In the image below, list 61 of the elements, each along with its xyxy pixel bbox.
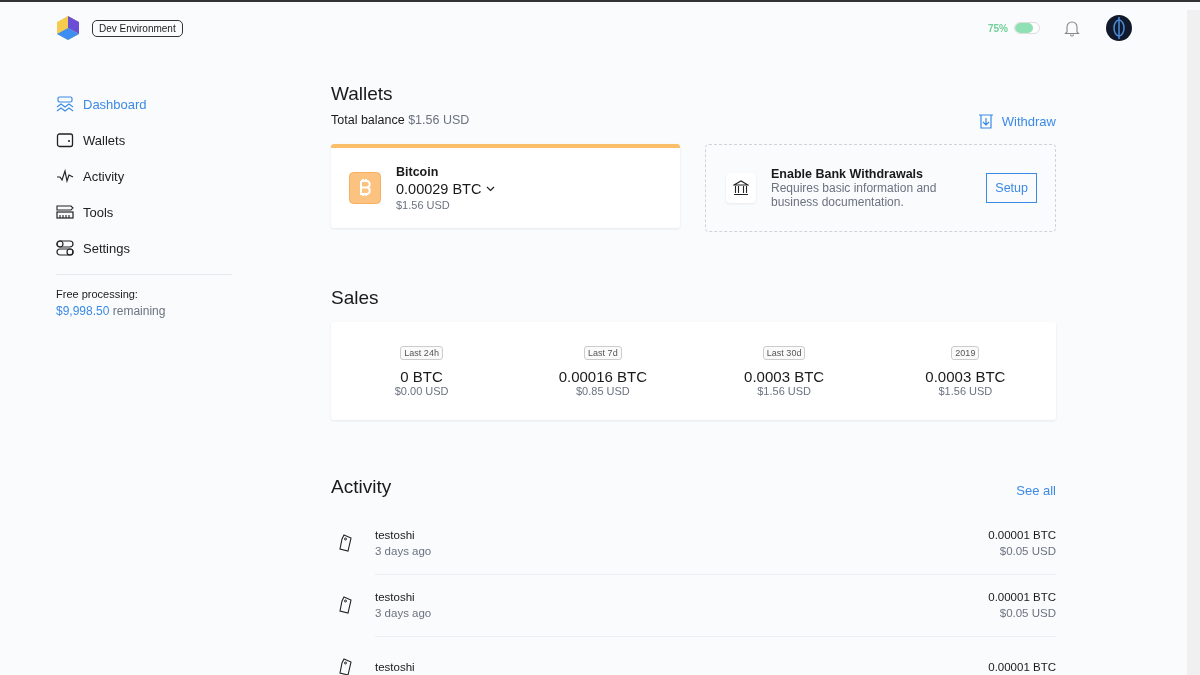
activity-time: 3 days ago <box>375 544 433 559</box>
tag-icon <box>339 595 353 615</box>
withdraw-icon <box>977 114 994 129</box>
chevron-down-icon <box>486 186 496 192</box>
activity-time: 3 days ago <box>375 606 433 621</box>
section-title: Activity <box>331 476 392 498</box>
period-tag: Last 30d <box>762 345 806 360</box>
sales-btc: 0 BTC <box>400 367 443 385</box>
free-processing-amount: $9,998.50 <box>56 304 110 318</box>
sales-usd: $1.56 USD <box>757 384 812 397</box>
period-tag: Last 24h <box>400 345 443 360</box>
sidebar-item[interactable]: Dashboard <box>56 86 232 122</box>
activity-usd: $0.05 USD <box>998 606 1056 621</box>
bank-icon <box>726 173 756 203</box>
environment-badge: Dev Environment <box>92 19 183 37</box>
activity-btc: 0.00001 BTC <box>988 589 1056 605</box>
activity-btc: 0.00001 BTC <box>988 527 1056 543</box>
sales-usd: $0.85 USD <box>575 384 630 397</box>
dashboard-icon <box>56 96 74 112</box>
logo-icon <box>56 15 80 41</box>
wallet-icon <box>56 132 74 148</box>
period-tag: Last 7d <box>584 345 622 360</box>
sidebar-item[interactable]: Settings <box>56 230 232 266</box>
section-title: Wallets <box>331 83 394 105</box>
free-processing-suffix: remaining <box>112 304 166 318</box>
period-tag: 2019 <box>951 345 980 360</box>
total-balance-label: Total balance <box>331 113 405 127</box>
bank-description: Requires basic information and business documentation. <box>771 180 938 210</box>
sales-btc: 0.0003 BTC <box>744 367 825 385</box>
sales-btc: 0.00016 BTC <box>558 367 648 385</box>
wallet-usd: $1.56 USD <box>396 199 451 211</box>
sidebar-item[interactable]: Activity <box>56 158 232 194</box>
bitcoin-icon <box>349 172 381 204</box>
pulse-icon <box>56 168 74 184</box>
tag-icon <box>339 533 353 553</box>
sales-btc: 0.0003 BTC <box>925 367 1006 385</box>
toggles-icon <box>56 240 74 256</box>
activity-name: testoshi <box>375 589 416 605</box>
battery-toggle[interactable] <box>1014 22 1040 34</box>
activity-name: testoshi <box>375 659 416 675</box>
see-all-link[interactable]: See all <box>1016 483 1056 498</box>
battery-reading: 75% <box>988 22 1008 34</box>
ruler-icon <box>56 204 74 220</box>
sidebar-item[interactable]: Tools <box>56 194 232 230</box>
bank-title: Enable Bank Withdrawals <box>771 166 924 181</box>
setup-button[interactable]: Setup <box>986 173 1037 203</box>
notification-bell-icon[interactable] <box>1064 19 1080 37</box>
wallet-amount-dropdown[interactable]: 0.00029 BTC <box>396 181 496 197</box>
activity-name: testoshi <box>375 527 416 543</box>
section-title: Sales <box>331 287 380 309</box>
avatar-icon[interactable] <box>1106 15 1132 41</box>
tag-icon <box>339 657 353 675</box>
wallet-name: Bitcoin <box>396 165 440 179</box>
activity-btc: 0.00001 BTC <box>988 659 1056 675</box>
wallet-card[interactable]: Bitcoin 0.00029 BTC $1.56 USD <box>331 144 680 228</box>
free-processing-label: Free processing: <box>56 288 139 300</box>
sales-usd: $0.00 USD <box>394 384 449 397</box>
total-balance-value: $1.56 USD <box>408 113 470 127</box>
activity-usd: $0.05 USD <box>998 544 1056 559</box>
sales-usd: $1.56 USD <box>938 384 993 397</box>
sidebar-item[interactable]: Wallets <box>56 122 232 158</box>
